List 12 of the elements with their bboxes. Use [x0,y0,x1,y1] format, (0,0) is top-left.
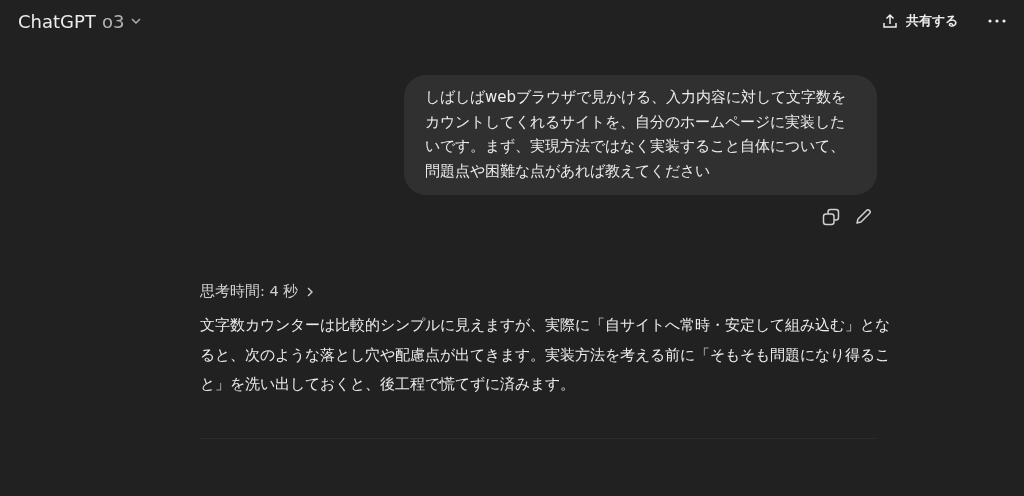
more-icon [988,19,1006,23]
copy-icon [822,208,840,226]
assistant-message: 文字数カウンターは比較的シンプルに見えますが、実際に「自サイトへ常時・安定して組み込む」となると、次のような落とし穴や配慮点が出てきます。実装方法を考える前に「そもそも問題になり得ること」を洗い出しておくと、後工程で慌てずに済みます。 [200,315,890,395]
model-selector[interactable]: ChatGPT o3 [10,6,151,36]
pencil-icon [854,208,872,226]
share-button[interactable]: 共有する [872,6,968,36]
model-name: o3 [101,10,125,32]
chevron-right-icon [306,285,315,298]
share-icon [882,13,898,29]
app-title: ChatGPT [18,10,96,32]
user-message: しばしばwebブラウザで見かける、入力内容に対して文字数をカウントしてくれるサイトを、自分のホームページに実装したいです。まず、実現方法ではなく実装すること自体について、問題点や困難な点があれば教えてください [404,75,877,195]
thinking-time-toggle[interactable]: 思考時間: 4 秒 [200,282,315,301]
